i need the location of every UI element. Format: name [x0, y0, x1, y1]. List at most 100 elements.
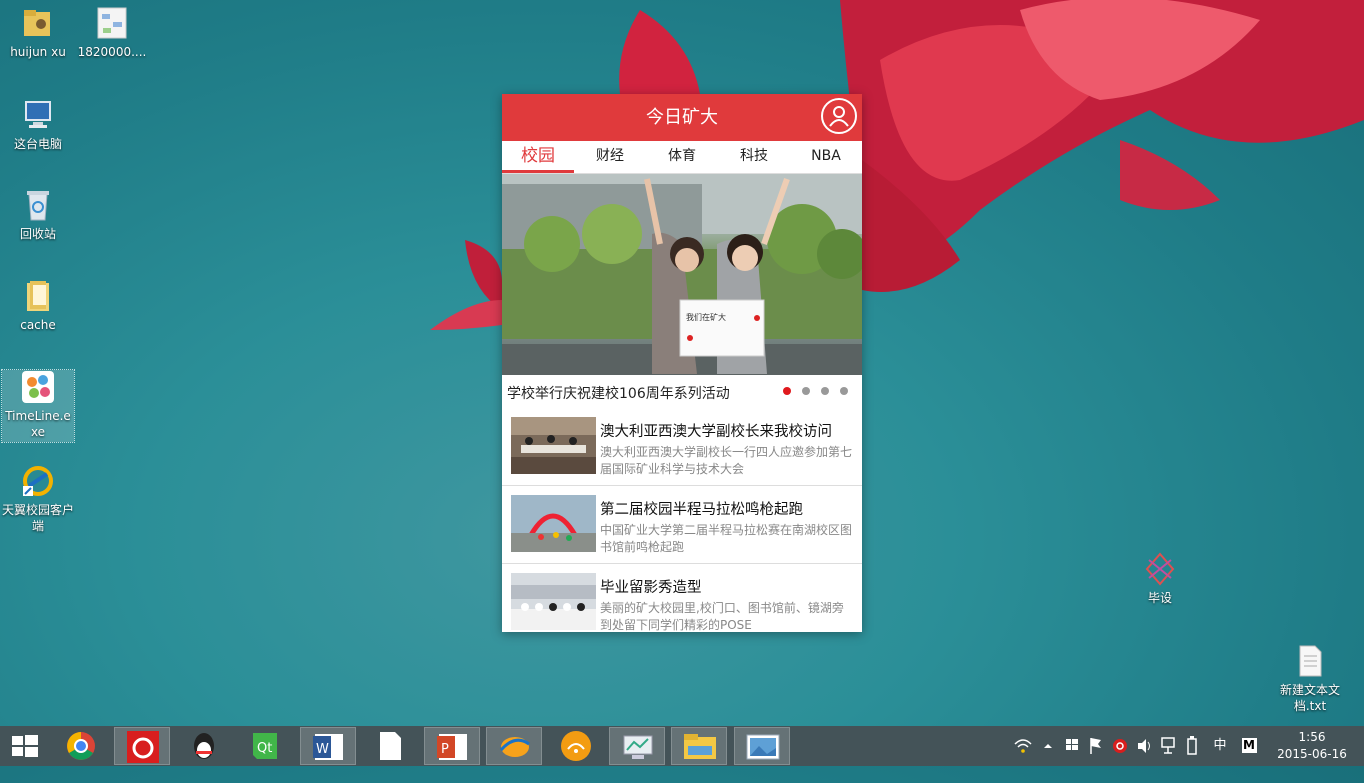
desktop-icon-this-pc[interactable]: 这台电脑 — [2, 98, 74, 152]
taskbar: Qt W P 中 M 1:56 2015-06-16 — [0, 726, 1364, 766]
timeline-app-icon — [21, 370, 55, 404]
news-thumbnail — [511, 495, 596, 552]
netease-music-icon — [1113, 739, 1127, 753]
user-profile-button[interactable] — [821, 98, 857, 134]
wifi-signal-icon — [1014, 739, 1032, 753]
text-file-icon — [1293, 644, 1327, 678]
slide-dot[interactable] — [802, 387, 810, 395]
tray-windows[interactable] — [1062, 726, 1082, 766]
tray-volume[interactable] — [1134, 726, 1154, 766]
windows-logo-icon — [12, 735, 38, 757]
desktop-icon-recycle-bin[interactable]: 回收站 — [2, 188, 74, 242]
taskbar-netease-music[interactable] — [114, 727, 170, 765]
desktop-icon-label: 天翼校园客户端 — [2, 503, 75, 533]
desktop-icon-image-file[interactable]: 1820000.... — [76, 6, 148, 60]
netease-music-icon — [127, 731, 159, 763]
taskbar-word[interactable]: W — [300, 727, 356, 765]
taskbar-powerpoint[interactable]: P — [424, 727, 480, 765]
browser-icon — [499, 737, 530, 757]
tray-wifi[interactable] — [1012, 726, 1034, 766]
monitor-icon — [623, 735, 653, 759]
slide-dot[interactable] — [783, 387, 791, 395]
user-icon — [829, 106, 849, 127]
desktop-icon-label: 毕设 — [1147, 591, 1172, 605]
news-item[interactable]: 澳大利亚西澳大学副校长来我校访问 澳大利亚西澳大学副校长一行四人应邀参加第七届国… — [502, 408, 862, 486]
category-tabs: 校园 财经 体育 科技 NBA — [502, 141, 862, 174]
qq-icon — [194, 733, 214, 759]
news-thumbnail — [511, 573, 596, 630]
taskbar-browser[interactable] — [486, 727, 542, 765]
taskbar-chrome[interactable] — [53, 727, 109, 765]
taskbar-qq[interactable] — [176, 727, 232, 765]
network-icon — [1161, 737, 1175, 754]
app-title: 今日矿大 — [646, 107, 718, 128]
qt-icon: Qt — [253, 733, 277, 759]
news-description: 中国矿业大学第二届半程马拉松赛在南湖校区图书馆前鸣枪起跑 — [600, 523, 853, 554]
bishe-app-icon — [1143, 552, 1177, 586]
image-file-icon — [95, 6, 129, 40]
clock-time: 1:56 — [1298, 730, 1326, 744]
tianyi-client-icon — [21, 464, 55, 498]
tab-finance[interactable]: 财经 — [574, 141, 646, 173]
desktop-icon-tianyi[interactable]: 天翼校园客户端 — [2, 464, 74, 534]
explorer-icon — [684, 734, 716, 759]
desktop-icon-label: cache — [20, 318, 56, 332]
desktop-icon-label: 1820000.... — [77, 45, 147, 59]
desktop-icon-new-text-file[interactable]: 新建文本文档.txt — [1274, 644, 1346, 714]
desktop-icon-label: 这台电脑 — [13, 137, 62, 151]
tray-ime-mode[interactable]: M — [1238, 726, 1260, 766]
news-item[interactable]: 毕业留影秀造型 美丽的矿大校园里,校门口、图书馆前、镜湖旁到处留下同学们精彩的P… — [502, 564, 862, 632]
svg-text:P: P — [441, 742, 449, 757]
taskbar-monitor[interactable] — [609, 727, 665, 765]
recycle-bin-icon — [21, 188, 55, 222]
chevron-up-icon — [1044, 744, 1052, 748]
desktop-icon-label: huijun xu — [10, 45, 66, 59]
folder-icon — [21, 279, 55, 313]
desktop-icon-huijun-xu[interactable]: huijun xu — [2, 6, 74, 60]
tab-tech[interactable]: 科技 — [718, 141, 790, 173]
slide-dot[interactable] — [840, 387, 848, 395]
desktop-icon-timeline[interactable]: TimeLine.exe — [1, 369, 75, 443]
start-button[interactable] — [0, 727, 50, 765]
battery-plug-icon — [1187, 736, 1197, 755]
news-item[interactable]: 第二届校园半程马拉松鸣枪起跑 中国矿业大学第二届半程马拉松赛在南湖校区图书馆前鸣… — [502, 486, 862, 564]
hero-caption-bar: 学校举行庆祝建校106周年系列活动 — [502, 375, 862, 408]
tray-power[interactable] — [1182, 726, 1202, 766]
clock-date: 2015-06-16 — [1277, 747, 1347, 761]
news-title: 毕业留影秀造型 — [600, 580, 702, 596]
app-window: 今日矿大 校园 财经 体育 科技 NBA 我们在矿大 学校举行庆祝建校106周年… — [502, 94, 862, 632]
desktop-icon-label: TimeLine.exe — [5, 409, 71, 439]
taskbar-wifi-app[interactable] — [548, 727, 604, 765]
svg-text:Qt: Qt — [257, 741, 272, 756]
tab-nba[interactable]: NBA — [790, 141, 862, 173]
desktop-icon-label: 回收站 — [19, 227, 56, 241]
file-icon — [380, 732, 401, 760]
hero-banner-image[interactable]: 我们在矿大 — [502, 174, 862, 375]
taskbar-qt[interactable]: Qt — [237, 727, 293, 765]
taskbar-photo-viewer[interactable] — [734, 727, 790, 765]
sign-text: 我们在矿大 — [686, 312, 726, 322]
tray-network[interactable] — [1158, 726, 1178, 766]
tab-sports[interactable]: 体育 — [646, 141, 718, 173]
speaker-icon — [1138, 739, 1150, 753]
word-icon: W — [313, 734, 343, 760]
flag-icon — [1090, 738, 1101, 754]
slide-dot[interactable] — [821, 387, 829, 395]
news-thumbnail — [511, 417, 596, 474]
windows-flag-icon — [1066, 739, 1078, 750]
ime-mode-label: M — [1241, 738, 1257, 753]
tray-ime-language[interactable]: 中 — [1208, 726, 1232, 766]
app-header: 今日矿大 — [502, 94, 862, 141]
desktop-icon-bishe[interactable]: 毕设 — [1124, 552, 1196, 606]
tray-netease[interactable] — [1110, 726, 1130, 766]
news-description: 澳大利亚西澳大学副校长一行四人应邀参加第七届国际矿业科学与技术大会 — [600, 445, 853, 476]
tab-campus[interactable]: 校园 — [502, 141, 574, 173]
tray-show-hidden[interactable] — [1040, 726, 1056, 766]
taskbar-file[interactable] — [362, 727, 418, 765]
folder-icon — [21, 6, 55, 40]
desktop-icon-cache[interactable]: cache — [2, 279, 74, 333]
tray-clock[interactable]: 1:56 2015-06-16 — [1274, 729, 1350, 763]
tray-action-center[interactable] — [1086, 726, 1106, 766]
news-title: 第二届校园半程马拉松鸣枪起跑 — [600, 502, 803, 518]
taskbar-file-explorer[interactable] — [671, 727, 727, 765]
